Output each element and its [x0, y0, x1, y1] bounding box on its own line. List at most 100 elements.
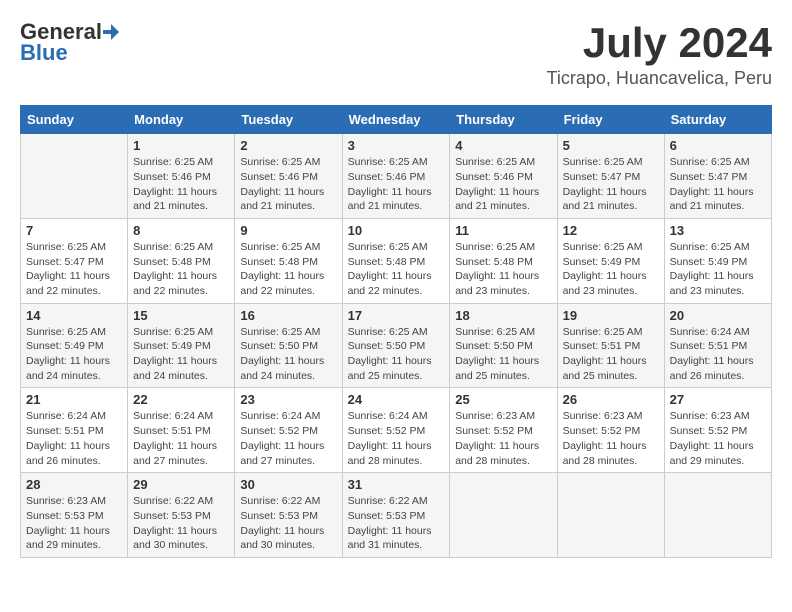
- day-info: Sunrise: 6:25 AMSunset: 5:48 PMDaylight:…: [348, 240, 445, 299]
- day-info: Sunrise: 6:25 AMSunset: 5:50 PMDaylight:…: [240, 325, 336, 384]
- location-subtitle: Ticrapo, Huancavelica, Peru: [547, 68, 772, 89]
- calendar-cell: 5 Sunrise: 6:25 AMSunset: 5:47 PMDaylight…: [557, 134, 664, 219]
- calendar-cell: 19Sunrise: 6:25 AMSunset: 5:51 PMDayligh…: [557, 303, 664, 388]
- calendar-cell: 29 Sunrise: 6:22 AMSunset: 5:53 PMDayligh…: [128, 473, 235, 558]
- weekday-header-saturday: Saturday: [664, 106, 771, 134]
- calendar-cell: 18 Sunrise: 6:25 AMSunset: 5:50 PMDayligh…: [450, 303, 557, 388]
- calendar-cell: 7Sunrise: 6:25 AMSunset: 5:47 PMDaylight…: [21, 218, 128, 303]
- day-info: Sunrise: 6:25 AMSunset: 5:48 PMDaylight:…: [455, 240, 551, 299]
- weekday-header-friday: Friday: [557, 106, 664, 134]
- calendar-cell: 24 Sunrise: 6:24 AMSunset: 5:52 PMDayligh…: [342, 388, 450, 473]
- calendar-cell: [557, 473, 664, 558]
- day-number: 6: [670, 138, 766, 153]
- day-info: Sunrise: 6:24 AMSunset: 5:52 PMDaylight:…: [240, 409, 336, 468]
- calendar-cell: 21 Sunrise: 6:24 AMSunset: 5:51 PMDayligh…: [21, 388, 128, 473]
- calendar-cell: 27 Sunrise: 6:23 AMSunset: 5:52 PMDayligh…: [664, 388, 771, 473]
- day-number: 3: [348, 138, 445, 153]
- calendar-table: SundayMondayTuesdayWednesdayThursdayFrid…: [20, 105, 772, 558]
- calendar-cell: 14 Sunrise: 6:25 AMSunset: 5:49 PMDayligh…: [21, 303, 128, 388]
- calendar-week-row-1: 1 Sunrise: 6:25 AMSunset: 5:46 PMDaylight…: [21, 134, 772, 219]
- calendar-cell: 8Sunrise: 6:25 AMSunset: 5:48 PMDaylight…: [128, 218, 235, 303]
- weekday-header-tuesday: Tuesday: [235, 106, 342, 134]
- day-number: 5: [563, 138, 659, 153]
- day-number: 24: [348, 392, 445, 407]
- calendar-cell: 28Sunrise: 6:23 AMSunset: 5:53 PMDayligh…: [21, 473, 128, 558]
- day-info: Sunrise: 6:25 AMSunset: 5:48 PMDaylight:…: [240, 240, 336, 299]
- day-info: Sunrise: 6:25 AMSunset: 5:47 PMDaylight:…: [670, 155, 766, 214]
- day-info: Sunrise: 6:25 AMSunset: 5:48 PMDaylight:…: [133, 240, 229, 299]
- calendar-cell: [21, 134, 128, 219]
- calendar-cell: 26 Sunrise: 6:23 AMSunset: 5:52 PMDayligh…: [557, 388, 664, 473]
- day-info: Sunrise: 6:24 AMSunset: 5:52 PMDaylight:…: [348, 409, 445, 468]
- day-info: Sunrise: 6:22 AMSunset: 5:53 PMDaylight:…: [240, 494, 336, 553]
- day-info: Sunrise: 6:25 AMSunset: 5:46 PMDaylight:…: [133, 155, 229, 214]
- day-number: 7: [26, 223, 122, 238]
- day-number: 18: [455, 308, 551, 323]
- day-info: Sunrise: 6:22 AMSunset: 5:53 PMDaylight:…: [133, 494, 229, 553]
- day-number: 27: [670, 392, 766, 407]
- day-number: 16: [240, 308, 336, 323]
- day-number: 11: [455, 223, 551, 238]
- day-number: 14: [26, 308, 122, 323]
- day-number: 12: [563, 223, 659, 238]
- calendar-week-row-3: 14 Sunrise: 6:25 AMSunset: 5:49 PMDayligh…: [21, 303, 772, 388]
- title-block: July 2024 Ticrapo, Huancavelica, Peru: [547, 20, 772, 89]
- weekday-header-sunday: Sunday: [21, 106, 128, 134]
- calendar-cell: 13 Sunrise: 6:25 AMSunset: 5:49 PMDayligh…: [664, 218, 771, 303]
- day-number: 15: [133, 308, 229, 323]
- calendar-cell: 23 Sunrise: 6:24 AMSunset: 5:52 PMDayligh…: [235, 388, 342, 473]
- day-number: 31: [348, 477, 445, 492]
- calendar-cell: 16 Sunrise: 6:25 AMSunset: 5:50 PMDayligh…: [235, 303, 342, 388]
- day-number: 22: [133, 392, 229, 407]
- calendar-cell: [450, 473, 557, 558]
- day-number: 13: [670, 223, 766, 238]
- weekday-header-row: SundayMondayTuesdayWednesdayThursdayFrid…: [21, 106, 772, 134]
- calendar-cell: 3 Sunrise: 6:25 AMSunset: 5:46 PMDaylight…: [342, 134, 450, 219]
- day-info: Sunrise: 6:24 AMSunset: 5:51 PMDaylight:…: [26, 409, 122, 468]
- header: General Blue July 2024 Ticrapo, Huancave…: [20, 20, 772, 89]
- day-number: 21: [26, 392, 122, 407]
- day-number: 1: [133, 138, 229, 153]
- day-info: Sunrise: 6:23 AMSunset: 5:52 PMDaylight:…: [670, 409, 766, 468]
- day-info: Sunrise: 6:23 AMSunset: 5:53 PMDaylight:…: [26, 494, 122, 553]
- day-number: 30: [240, 477, 336, 492]
- day-info: Sunrise: 6:25 AMSunset: 5:46 PMDaylight:…: [348, 155, 445, 214]
- day-info: Sunrise: 6:25 AMSunset: 5:46 PMDaylight:…: [455, 155, 551, 214]
- weekday-header-wednesday: Wednesday: [342, 106, 450, 134]
- day-info: Sunrise: 6:25 AMSunset: 5:50 PMDaylight:…: [348, 325, 445, 384]
- logo-blue-text: Blue: [20, 40, 68, 66]
- day-number: 26: [563, 392, 659, 407]
- day-number: 17: [348, 308, 445, 323]
- calendar-cell: 4Sunrise: 6:25 AMSunset: 5:46 PMDaylight…: [450, 134, 557, 219]
- day-info: Sunrise: 6:25 AMSunset: 5:50 PMDaylight:…: [455, 325, 551, 384]
- day-number: 19: [563, 308, 659, 323]
- calendar-week-row-5: 28Sunrise: 6:23 AMSunset: 5:53 PMDayligh…: [21, 473, 772, 558]
- day-number: 29: [133, 477, 229, 492]
- calendar-cell: 2Sunrise: 6:25 AMSunset: 5:46 PMDaylight…: [235, 134, 342, 219]
- calendar-cell: 17 Sunrise: 6:25 AMSunset: 5:50 PMDayligh…: [342, 303, 450, 388]
- day-number: 2: [240, 138, 336, 153]
- day-number: 23: [240, 392, 336, 407]
- day-info: Sunrise: 6:22 AMSunset: 5:53 PMDaylight:…: [348, 494, 445, 553]
- day-info: Sunrise: 6:24 AMSunset: 5:51 PMDaylight:…: [133, 409, 229, 468]
- calendar-cell: 30 Sunrise: 6:22 AMSunset: 5:53 PMDayligh…: [235, 473, 342, 558]
- day-info: Sunrise: 6:25 AMSunset: 5:49 PMDaylight:…: [670, 240, 766, 299]
- logo-icon: [102, 23, 120, 41]
- calendar-cell: 22 Sunrise: 6:24 AMSunset: 5:51 PMDayligh…: [128, 388, 235, 473]
- day-info: Sunrise: 6:25 AMSunset: 5:49 PMDaylight:…: [563, 240, 659, 299]
- day-number: 9: [240, 223, 336, 238]
- day-info: Sunrise: 6:25 AMSunset: 5:49 PMDaylight:…: [26, 325, 122, 384]
- month-year-title: July 2024: [547, 20, 772, 66]
- weekday-header-monday: Monday: [128, 106, 235, 134]
- weekday-header-thursday: Thursday: [450, 106, 557, 134]
- calendar-cell: 10Sunrise: 6:25 AMSunset: 5:48 PMDayligh…: [342, 218, 450, 303]
- logo: General Blue: [20, 20, 120, 66]
- calendar-week-row-4: 21 Sunrise: 6:24 AMSunset: 5:51 PMDayligh…: [21, 388, 772, 473]
- calendar-week-row-2: 7Sunrise: 6:25 AMSunset: 5:47 PMDaylight…: [21, 218, 772, 303]
- day-info: Sunrise: 6:23 AMSunset: 5:52 PMDaylight:…: [563, 409, 659, 468]
- day-info: Sunrise: 6:25 AMSunset: 5:49 PMDaylight:…: [133, 325, 229, 384]
- day-info: Sunrise: 6:23 AMSunset: 5:52 PMDaylight:…: [455, 409, 551, 468]
- calendar-cell: 12 Sunrise: 6:25 AMSunset: 5:49 PMDayligh…: [557, 218, 664, 303]
- day-info: Sunrise: 6:25 AMSunset: 5:47 PMDaylight:…: [563, 155, 659, 214]
- calendar-cell: 25Sunrise: 6:23 AMSunset: 5:52 PMDayligh…: [450, 388, 557, 473]
